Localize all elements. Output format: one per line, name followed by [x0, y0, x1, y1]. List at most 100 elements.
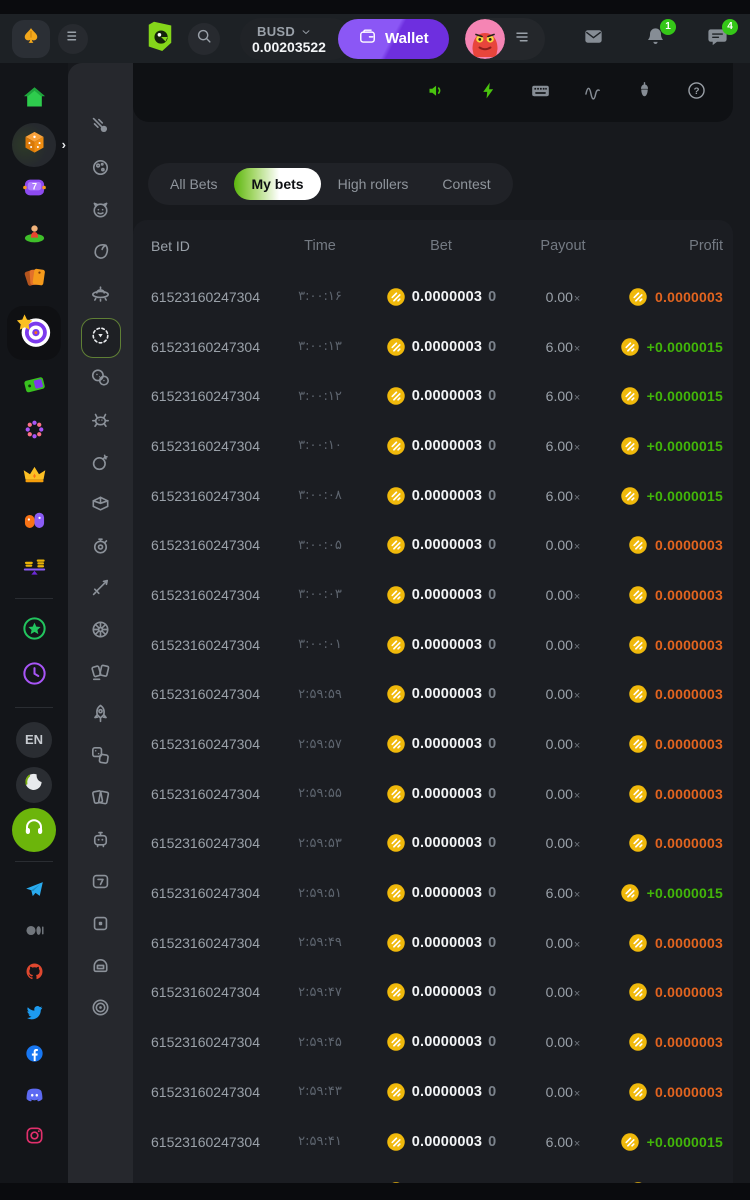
tab-my-bets[interactable]: My bets — [234, 168, 320, 200]
sidebar-item-recent-clock[interactable] — [0, 653, 68, 698]
game-item-disc[interactable] — [68, 989, 133, 1031]
sidebar-item-quests-star[interactable] — [0, 608, 68, 653]
seed-icon — [634, 80, 655, 106]
table-row[interactable]: 61523160247304۲:۵۹:۴۵0.000000300.00×0.00… — [151, 1017, 723, 1067]
balance-selector[interactable]: BUSD 0.00203522 — [240, 18, 352, 60]
lightning-button[interactable] — [477, 82, 499, 104]
table-row[interactable]: 61523160247304۲:۵۹:۵۱0.000000306.00×+0.0… — [151, 868, 723, 918]
game-item-monster[interactable] — [68, 191, 133, 233]
sidebar-item-language[interactable]: EN — [0, 717, 68, 762]
game-item-robot[interactable] — [68, 821, 133, 863]
table-row[interactable]: 61523160247304۳:۰۰:۰۱0.000000300.00×0.00… — [151, 620, 723, 670]
sidebar-item-theme-moon[interactable] — [0, 762, 68, 807]
table-row[interactable]: 61523160247304۳:۰۰:۰۵0.000000300.00×0.00… — [151, 520, 723, 570]
language-button[interactable]: EN — [16, 722, 52, 758]
table-row[interactable]: 61523160247304۳:۰۰:۱۳0.000000306.00×+0.0… — [151, 322, 723, 372]
keyboard-button[interactable] — [529, 82, 551, 104]
sidebar-item-bonus-ring[interactable] — [0, 409, 68, 454]
table-row[interactable]: 61523160247304۳:۰۰:۰۳0.000000300.00×0.00… — [151, 570, 723, 620]
sidebar-item-facebook[interactable] — [0, 1035, 68, 1076]
table-row[interactable]: 61523160247304۲:۵۹:۳۹0.000000300.00×0.00… — [151, 1166, 723, 1183]
sidebar-item-target-game[interactable] — [0, 302, 68, 364]
site-logo[interactable] — [142, 19, 182, 59]
notifications-button[interactable]: 1 — [642, 26, 668, 52]
sidebar-item-github[interactable] — [0, 953, 68, 994]
sidebar-item-staking[interactable] — [0, 544, 68, 589]
table-row[interactable]: 61523160247304۲:۵۹:۵۵0.000000300.00×0.00… — [151, 769, 723, 819]
game-item-wheel[interactable] — [68, 611, 133, 653]
table-row[interactable]: 61523160247304۲:۵۹:۴۷0.000000300.00×0.00… — [151, 968, 723, 1018]
game-item-fireball[interactable] — [68, 233, 133, 275]
game-item-ufo[interactable] — [68, 275, 133, 317]
table-row[interactable]: 61523160247304۲:۵۹:۴۱0.000000306.00×+0.0… — [151, 1117, 723, 1167]
bet-time: ۲:۵۹:۴۱ — [279, 1134, 361, 1149]
sidebar-item-support-headphones[interactable] — [0, 807, 68, 852]
table-row[interactable]: 61523160247304۳:۰۰:۱۲0.000000306.00×+0.0… — [151, 371, 723, 421]
game-item-frame[interactable] — [68, 905, 133, 947]
help-button[interactable]: ? — [685, 82, 707, 104]
table-row[interactable]: 61523160247304۲:۵۹:۴۳0.000000300.00×0.00… — [151, 1067, 723, 1117]
chat-button[interactable]: 4 — [704, 26, 730, 52]
game-item-dice-cards[interactable] — [68, 737, 133, 779]
avatar[interactable] — [465, 19, 505, 59]
table-row[interactable]: 61523160247304۳:۰۰:۰۸0.000000306.00×+0.0… — [151, 471, 723, 521]
payout-multiplier: 0.00 — [546, 686, 573, 702]
game-item-stopwatch[interactable] — [68, 527, 133, 569]
bonus-ring-icon — [21, 416, 48, 448]
sidebar-item-medium[interactable] — [0, 912, 68, 953]
sidebar-item-slots[interactable]: 7 — [0, 167, 68, 212]
sidebar-item-live-casino[interactable] — [0, 212, 68, 257]
sidebar-item-telegram[interactable] — [0, 871, 68, 912]
table-row[interactable]: 61523160247304۳:۰۰:۱۶0.000000300.00×0.00… — [151, 272, 723, 322]
sidebar-item-discord[interactable] — [0, 1076, 68, 1117]
game-item-cookies[interactable] — [68, 359, 133, 401]
inbox-button[interactable] — [580, 26, 606, 52]
profit-amount: 0.0000003 — [655, 786, 723, 802]
sound-button[interactable] — [425, 82, 447, 104]
table-row[interactable]: 61523160247304۳:۰۰:۱۰0.000000306.00×+0.0… — [151, 421, 723, 471]
table-row[interactable]: 61523160247304۲:۵۹:۴۹0.000000300.00×0.00… — [151, 918, 723, 968]
github-icon — [24, 961, 45, 987]
table-row[interactable]: 61523160247304۲:۵۹:۵۳0.000000300.00×0.00… — [151, 819, 723, 869]
sidebar-item-twitter[interactable] — [0, 994, 68, 1035]
theme-toggle[interactable] — [16, 767, 52, 803]
search-button[interactable] — [188, 23, 220, 55]
table-row[interactable]: 61523160247304۲:۵۹:۵۹0.000000300.00×0.00… — [151, 670, 723, 720]
tab-high-rollers[interactable]: High rollers — [321, 168, 426, 200]
game-item-cards[interactable] — [68, 779, 133, 821]
game-item-sword[interactable] — [68, 569, 133, 611]
game-item-slot-seven[interactable] — [68, 863, 133, 905]
profit-cell: +0.0000015 — [605, 1132, 723, 1152]
brand-spade-button[interactable] — [12, 20, 50, 58]
sidebar-item-promotions[interactable] — [0, 257, 68, 302]
game-item-flying-cards[interactable] — [68, 653, 133, 695]
game-item-bomb[interactable] — [68, 443, 133, 485]
sidebar-item-casino-dice[interactable]: › — [0, 122, 68, 167]
bet-list-button[interactable] — [507, 24, 537, 54]
support-button[interactable] — [12, 808, 56, 852]
sidebar-item-racing-ticket[interactable] — [0, 364, 68, 409]
game-item-helmet[interactable] — [68, 947, 133, 989]
sidebar-item-vip-crown[interactable] — [0, 454, 68, 499]
table-row[interactable]: 61523160247304۲:۵۹:۵۷0.000000300.00×0.00… — [151, 719, 723, 769]
game-item-crab[interactable] — [68, 401, 133, 443]
trend-button[interactable] — [581, 82, 603, 104]
sidebar-item-instagram[interactable] — [0, 1117, 68, 1158]
payout-cell: 0.00× — [521, 736, 605, 752]
seed-button[interactable] — [633, 82, 655, 104]
tab-contest[interactable]: Contest — [425, 168, 507, 200]
busd-coin-icon — [628, 1082, 648, 1102]
bet-amount-truncated: 0 — [488, 1034, 496, 1050]
game-item-card-shoe[interactable] — [68, 485, 133, 527]
multiplier-sign: × — [574, 889, 580, 901]
menu-button[interactable] — [58, 24, 88, 54]
sidebar-item-home[interactable] — [0, 77, 68, 122]
game-item-comet[interactable] — [68, 107, 133, 149]
game-item-planet[interactable] — [68, 149, 133, 191]
game-item-aim[interactable] — [68, 317, 133, 359]
sidebar-item-affiliate[interactable] — [0, 499, 68, 544]
svg-text:?: ? — [693, 85, 699, 96]
game-item-rocket[interactable] — [68, 695, 133, 737]
tab-all-bets[interactable]: All Bets — [153, 168, 234, 200]
wallet-button[interactable]: Wallet — [338, 19, 449, 59]
